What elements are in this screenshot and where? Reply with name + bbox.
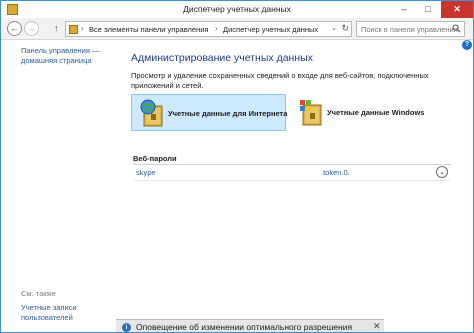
close-button[interactable]: ✕ <box>441 1 473 18</box>
search-placeholder: Поиск в панели управления <box>361 25 458 34</box>
expand-icon[interactable]: ⌄ <box>436 166 448 178</box>
resolution-notification[interactable]: i Оповещение об изменении оптимального р… <box>116 319 384 332</box>
back-button[interactable]: ← <box>7 21 22 36</box>
windows-credentials-icon <box>300 100 322 126</box>
windows-credentials-label: Учетные данные Windows <box>327 108 425 117</box>
see-also-label: См. также <box>21 289 56 298</box>
user-accounts-link[interactable]: Учетные записи пользователей <box>21 303 109 323</box>
web-credentials-label: Учетные данные для Интернета <box>168 109 288 118</box>
info-icon: i <box>122 323 131 332</box>
maximize-button[interactable]: □ <box>417 1 439 18</box>
web-credentials-icon <box>140 99 163 127</box>
chevron-right-icon: › <box>81 24 84 33</box>
left-pane: Панель управления — домашняя страница См… <box>1 40 113 332</box>
breadcrumb-credential-manager[interactable]: Диспетчер учетных данных <box>223 25 318 34</box>
windows-credentials-tile[interactable]: Учетные данные Windows <box>291 94 441 131</box>
address-bar[interactable]: › Все элементы панели управления › Диспе… <box>65 21 352 37</box>
control-panel-icon <box>69 25 78 34</box>
credential-row[interactable]: skype .token.0. ⌄ <box>133 165 451 181</box>
web-credentials-tile[interactable]: Учетные данные для Интернета <box>131 94 288 131</box>
main-content: ? Администрирование учетных данных Просм… <box>113 40 473 332</box>
notification-close-button[interactable]: ✕ <box>373 321 381 332</box>
refresh-icon[interactable]: ↻ <box>341 23 349 34</box>
chevron-right-icon: › <box>215 24 218 33</box>
credential-manager-window: Диспетчер учетных данных – □ ✕ ← → ↑ › В… <box>0 0 474 333</box>
navigation-bar: ← → ↑ › Все элементы панели управления ›… <box>1 18 473 40</box>
help-icon[interactable]: ? <box>462 40 472 50</box>
page-title: Администрирование учетных данных <box>131 52 313 64</box>
page-description: Просмотр и удаление сохраненных сведений… <box>131 71 429 90</box>
search-icon[interactable] <box>452 24 461 33</box>
title-bar: Диспетчер учетных данных – □ ✕ <box>1 1 473 18</box>
credential-user[interactable]: .token.0. <box>321 168 350 177</box>
notification-text: Оповещение об изменении оптимального раз… <box>136 322 353 332</box>
forward-button[interactable]: → <box>24 21 39 36</box>
control-panel-home-link[interactable]: Панель управления — домашняя страница <box>21 46 109 66</box>
minimize-button[interactable]: – <box>393 1 415 18</box>
address-dropdown-icon[interactable]: ⌄ <box>331 24 337 32</box>
web-passwords-heading: Веб-пароли <box>133 154 177 163</box>
credential-site[interactable]: skype <box>136 168 156 177</box>
up-button[interactable]: ↑ <box>54 23 59 33</box>
search-input[interactable]: Поиск в панели управления <box>356 21 465 37</box>
breadcrumb-control-panel[interactable]: Все элементы панели управления <box>89 25 208 34</box>
